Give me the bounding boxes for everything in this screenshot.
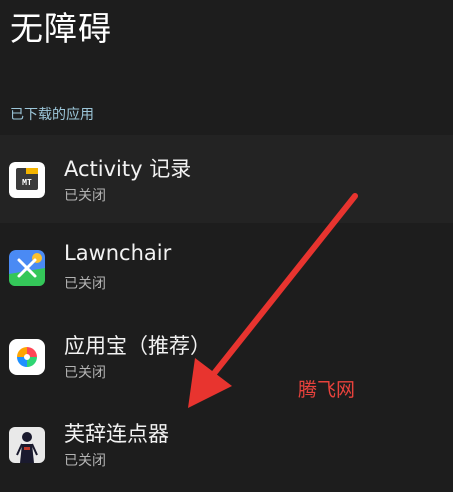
svg-text:MT: MT	[22, 178, 32, 187]
app-status: 已关闭	[64, 365, 106, 381]
app-status: 已关闭	[64, 276, 106, 292]
app-name: 芙辞连点器	[64, 422, 169, 446]
app-status: 已关闭	[64, 188, 106, 204]
app-status: 已关闭	[64, 453, 106, 469]
app-name: Activity 记录	[64, 157, 192, 181]
yingyongbao-app-icon	[9, 339, 45, 375]
watermark-text: 腾飞网	[298, 379, 356, 401]
page-title: 无障碍	[10, 9, 112, 48]
activity-log-app-icon: MT	[9, 162, 45, 198]
app-item-lawnchair[interactable]: Lawnchair 已关闭	[0, 223, 453, 311]
section-header-downloaded-apps: 已下载的应用	[10, 107, 94, 123]
app-name: Lawnchair	[64, 241, 172, 265]
app-name: 应用宝（推荐）	[64, 334, 211, 358]
app-item-yingyongbao[interactable]: 应用宝（推荐） 已关闭	[0, 312, 453, 400]
fuci-clicker-app-icon	[9, 427, 45, 463]
lawnchair-app-icon	[9, 250, 45, 286]
app-item-activity-log[interactable]: MT Activity 记录 已关闭	[0, 135, 453, 223]
app-item-fuci-clicker[interactable]: 芙辞连点器 已关闭	[0, 400, 453, 488]
